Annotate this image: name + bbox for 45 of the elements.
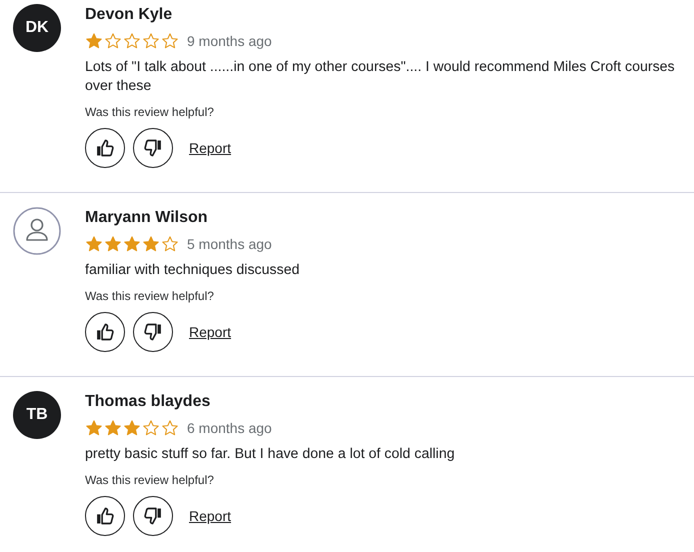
star-icon [85, 32, 103, 50]
report-link[interactable]: Report [189, 140, 232, 156]
star-outline-icon [104, 32, 122, 50]
avatar: DK [13, 4, 61, 52]
star-icon [85, 419, 103, 437]
helpful-button[interactable] [85, 496, 125, 536]
review-date: 6 months ago [187, 420, 272, 436]
not-helpful-button[interactable] [133, 312, 173, 352]
review-text: pretty basic stuff so far. But I have done a lot of cold calling [85, 445, 456, 464]
user-avatar-icon [13, 207, 61, 255]
star-outline-icon [161, 419, 179, 437]
helpful-prompt: Was this review helpful? [85, 105, 215, 119]
star-icon [142, 235, 160, 253]
thumbs-down-icon [143, 322, 163, 342]
thumbs-down-icon [143, 506, 163, 526]
report-link[interactable]: Report [189, 324, 232, 340]
star-icon [123, 419, 141, 437]
review-date: 9 months ago [187, 33, 272, 49]
not-helpful-button[interactable] [133, 496, 173, 536]
star-outline-icon [142, 32, 160, 50]
not-helpful-button[interactable] [133, 128, 173, 168]
star-icon [85, 235, 103, 253]
review-text: Lots of "I talk about ......in one of my other courses".... I would recommend Miles Croft courses over these [85, 58, 676, 96]
star-outline-icon [161, 32, 179, 50]
reviewer-name: Maryann Wilson [85, 208, 209, 228]
helpful-prompt: Was this review helpful? [85, 473, 215, 487]
thumbs-down-icon [143, 138, 163, 158]
review-date: 5 months ago [187, 236, 272, 252]
avatar: TB [13, 391, 61, 439]
helpful-prompt: Was this review helpful? [85, 289, 215, 303]
helpful-button[interactable] [85, 312, 125, 352]
star-icon [123, 235, 141, 253]
star-icon [104, 235, 122, 253]
thumbs-up-icon [95, 138, 115, 158]
star-outline-icon [142, 419, 160, 437]
thumbs-up-icon [95, 506, 115, 526]
star-icon [104, 419, 122, 437]
star-outline-icon [123, 32, 141, 50]
report-link[interactable]: Report [189, 508, 232, 524]
reviewer-name: Thomas blaydes [85, 392, 212, 412]
reviewer-name: Devon Kyle [85, 5, 174, 25]
helpful-button[interactable] [85, 128, 125, 168]
star-outline-icon [161, 235, 179, 253]
review-text: familiar with techniques discussed [85, 261, 300, 280]
thumbs-up-icon [95, 322, 115, 342]
